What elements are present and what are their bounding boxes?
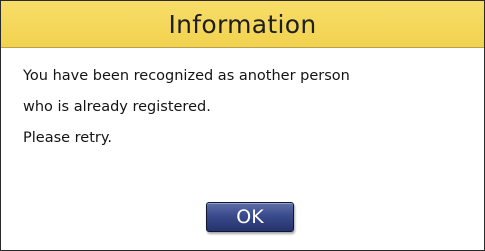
ok-button-label: OK [236,206,264,228]
ok-button[interactable]: OK [206,202,294,232]
dialog-header: Information [1,1,484,48]
information-dialog: Information You have been recognized as … [0,0,485,251]
dialog-message: You have been recognized as another pers… [23,61,463,154]
dialog-title: Information [168,9,317,39]
message-line-1: You have been recognized as another pers… [23,68,350,84]
message-line-2: who is already registered. [23,99,211,115]
message-line-3: Please retry. [23,130,112,146]
